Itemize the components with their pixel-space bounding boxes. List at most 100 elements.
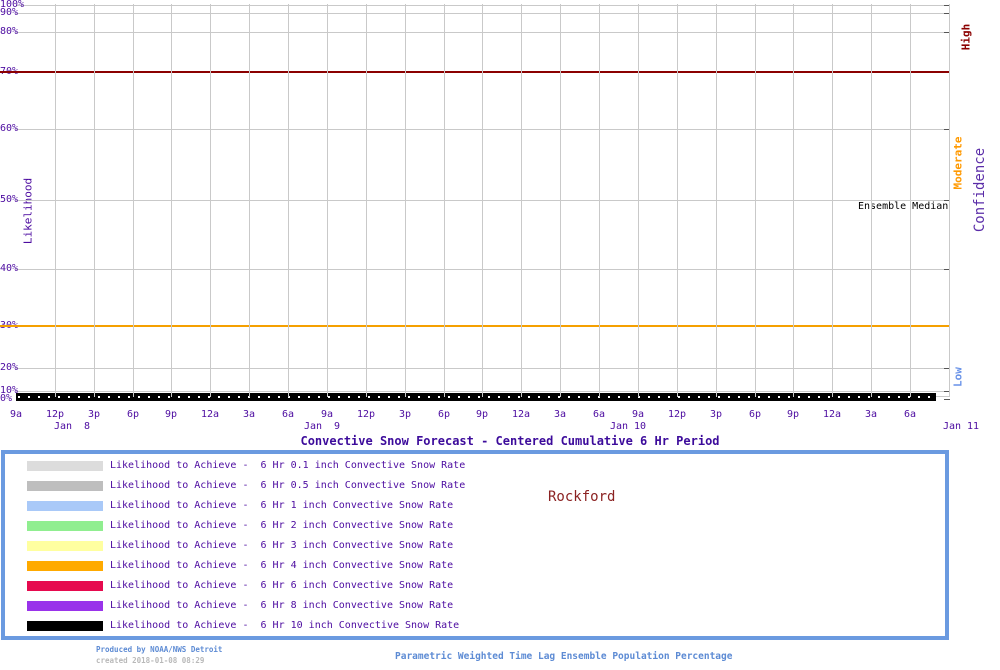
legend-item-label: Likelihood to Achieve - 6 Hr 6 inch Conv… xyxy=(110,580,454,591)
x-gridline xyxy=(327,4,328,397)
y-tick-label: 90% xyxy=(0,7,19,18)
x-date-label: Jan 10 xyxy=(609,421,647,432)
legend-item: Likelihood to Achieve - 6 Hr 0.5 inch Co… xyxy=(5,480,465,492)
legend-swatch xyxy=(27,501,103,511)
chart-title: Convective Snow Forecast - Centered Cumu… xyxy=(300,434,720,448)
legend-item-label: Likelihood to Achieve - 6 Hr 0.5 inch Co… xyxy=(110,480,466,491)
legend-item: Likelihood to Achieve - 6 Hr 6 inch Conv… xyxy=(5,580,453,592)
x-gridline xyxy=(249,4,250,397)
x-gridline xyxy=(871,4,872,397)
x-gridline xyxy=(755,4,756,397)
confidence-level-label-moderate: Moderate xyxy=(951,136,965,190)
x-tick-label: 6p xyxy=(437,409,451,420)
y-axis-label: Likelihood xyxy=(21,177,35,245)
x-tick-label: 9a xyxy=(9,409,23,420)
legend-item: Likelihood to Achieve - 6 Hr 3 inch Conv… xyxy=(5,540,453,552)
legend-item: Likelihood to Achieve - 6 Hr 10 inch Con… xyxy=(5,620,459,632)
legend-item: Likelihood to Achieve - 6 Hr 4 inch Conv… xyxy=(5,560,453,572)
footer-created-timestamp: created 2018-01-08 08:29 xyxy=(96,656,205,665)
x-gridline xyxy=(832,4,833,397)
legend-swatch xyxy=(27,561,103,571)
plot-area: Likelihood Confidence Ensemble Median 10… xyxy=(0,0,1000,450)
x-tick-label: 12p xyxy=(356,409,376,420)
x-tick-label: 6a xyxy=(903,409,917,420)
x-date-label: Jan 8 xyxy=(53,421,91,432)
x-tick-label: 12a xyxy=(200,409,220,420)
x-gridline xyxy=(366,4,367,397)
x-gridline xyxy=(910,4,911,397)
zero-gridline-tail xyxy=(936,396,949,397)
x-date-label: Jan 11 xyxy=(942,421,980,432)
legend-swatch xyxy=(27,621,103,631)
legend-item-label: Likelihood to Achieve - 6 Hr 4 inch Conv… xyxy=(110,560,454,571)
x-tick-label: 9p xyxy=(164,409,178,420)
x-tick-label: 9a xyxy=(320,409,334,420)
x-gridline xyxy=(599,4,600,397)
legend-swatch xyxy=(27,481,103,491)
x-tick-label: 6a xyxy=(281,409,295,420)
x-tick-label: 3p xyxy=(709,409,723,420)
y-tick-label: 20% xyxy=(0,362,19,373)
legend-item-label: Likelihood to Achieve - 6 Hr 3 inch Conv… xyxy=(110,540,454,551)
x-gridline xyxy=(560,4,561,397)
x-gridline xyxy=(793,4,794,397)
x-gridline xyxy=(949,4,950,397)
legend-item-label: Likelihood to Achieve - 6 Hr 1 inch Conv… xyxy=(110,500,454,511)
x-gridline xyxy=(210,4,211,397)
confidence-axis-label: Confidence xyxy=(972,147,988,233)
confidence-level-label-high: High xyxy=(959,23,973,51)
x-tick-label: 9a xyxy=(631,409,645,420)
legend-item-label: Likelihood to Achieve - 6 Hr 10 inch Con… xyxy=(110,620,460,631)
x-gridline xyxy=(288,4,289,397)
legend-box: Likelihood to Achieve - 6 Hr 0.1 inch Co… xyxy=(1,450,949,640)
legend-swatch xyxy=(27,581,103,591)
y-tick-label: 60% xyxy=(0,123,19,134)
x-tick-label: 6p xyxy=(748,409,762,420)
x-date-label: Jan 9 xyxy=(303,421,341,432)
high-confidence-line xyxy=(0,71,950,73)
y-tick-label: 40% xyxy=(0,263,19,274)
x-gridline xyxy=(482,4,483,397)
x-gridline xyxy=(405,4,406,397)
y-tick-mark-right xyxy=(944,399,950,400)
legend-item-label: Likelihood to Achieve - 6 Hr 8 inch Conv… xyxy=(110,600,454,611)
x-gridline xyxy=(94,4,95,397)
series-zero-percent-line xyxy=(16,393,936,401)
x-gridline xyxy=(133,4,134,397)
x-tick-label: 12p xyxy=(667,409,687,420)
y-tick-label: 50% xyxy=(0,194,19,205)
legend-swatch xyxy=(27,461,103,471)
legend-item-label: Likelihood to Achieve - 6 Hr 2 inch Conv… xyxy=(110,520,454,531)
convective-snow-forecast-page: Likelihood Confidence Ensemble Median 10… xyxy=(0,0,1000,670)
series-marker-dots xyxy=(18,396,934,398)
location-label: Rockford xyxy=(548,489,616,505)
y-tick-label: 0% xyxy=(0,393,13,404)
legend-swatch xyxy=(27,521,103,531)
legend-swatch xyxy=(27,601,103,611)
x-tick-label: 12a xyxy=(511,409,531,420)
legend-item: Likelihood to Achieve - 6 Hr 1 inch Conv… xyxy=(5,500,453,512)
x-tick-label: 9p xyxy=(475,409,489,420)
x-tick-label: 3a xyxy=(242,409,256,420)
x-tick-label: 3p xyxy=(398,409,412,420)
legend-item: Likelihood to Achieve - 6 Hr 0.1 inch Co… xyxy=(5,460,465,472)
footer-produced-by: Produced by NOAA/NWS Detroit xyxy=(96,645,223,654)
x-tick-label: 12a xyxy=(822,409,842,420)
x-tick-label: 12p xyxy=(45,409,65,420)
x-gridline xyxy=(521,4,522,397)
x-gridline xyxy=(716,4,717,397)
x-tick-label: 9p xyxy=(786,409,800,420)
legend-item-label: Likelihood to Achieve - 6 Hr 0.1 inch Co… xyxy=(110,460,466,471)
x-tick-label: 3p xyxy=(87,409,101,420)
x-tick-label: 6a xyxy=(592,409,606,420)
x-gridline xyxy=(444,4,445,397)
legend-item: Likelihood to Achieve - 6 Hr 2 inch Conv… xyxy=(5,520,453,532)
x-gridline xyxy=(171,4,172,397)
x-tick-label: 3a xyxy=(553,409,567,420)
x-gridline xyxy=(638,4,639,397)
moderate-confidence-line xyxy=(0,325,950,327)
x-tick-label: 6p xyxy=(126,409,140,420)
y-tick-label: 80% xyxy=(0,26,19,37)
footer-method-label: Parametric Weighted Time Lag Ensemble Po… xyxy=(395,651,733,662)
legend-item: Likelihood to Achieve - 6 Hr 8 inch Conv… xyxy=(5,600,453,612)
